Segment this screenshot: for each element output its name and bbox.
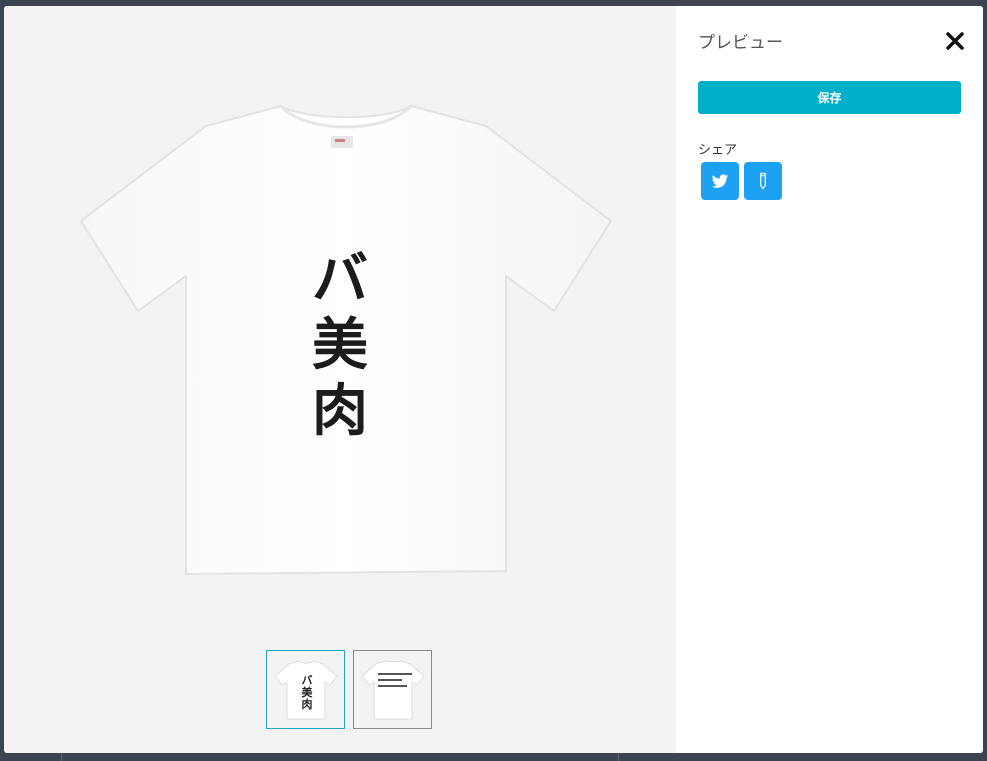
background-divider <box>61 753 62 761</box>
twitter-share-button[interactable] <box>701 162 739 200</box>
thumbnail-design-text: バ 美 肉 <box>301 674 313 711</box>
side-panel: プレビュー 保存 シェア <box>676 6 983 753</box>
twitter-icon <box>711 174 729 188</box>
thumbnail-strip: バ 美 肉 <box>266 650 432 729</box>
background-divider <box>618 753 619 761</box>
preview-modal: バ 美 肉 バ 美 肉 プレビュー 保存 シェア <box>4 6 983 753</box>
pencil-icon <box>760 172 766 190</box>
design-line-1: バ <box>312 246 368 312</box>
shirt-design-text: バ 美 肉 <box>304 246 376 444</box>
design-line-3: 肉 <box>312 378 368 444</box>
close-icon[interactable] <box>944 30 966 52</box>
modal-title: プレビュー <box>698 33 783 53</box>
save-button[interactable]: 保存 <box>698 81 961 114</box>
thumbnail-front[interactable]: バ 美 肉 <box>266 650 345 729</box>
thumbnail-back-print <box>378 673 412 693</box>
edit-share-button[interactable] <box>744 162 782 200</box>
design-line-2: 美 <box>312 312 368 378</box>
share-label: シェア <box>698 143 738 158</box>
preview-pane: バ 美 肉 バ 美 肉 <box>4 6 676 753</box>
thumbnail-back[interactable] <box>353 650 432 729</box>
